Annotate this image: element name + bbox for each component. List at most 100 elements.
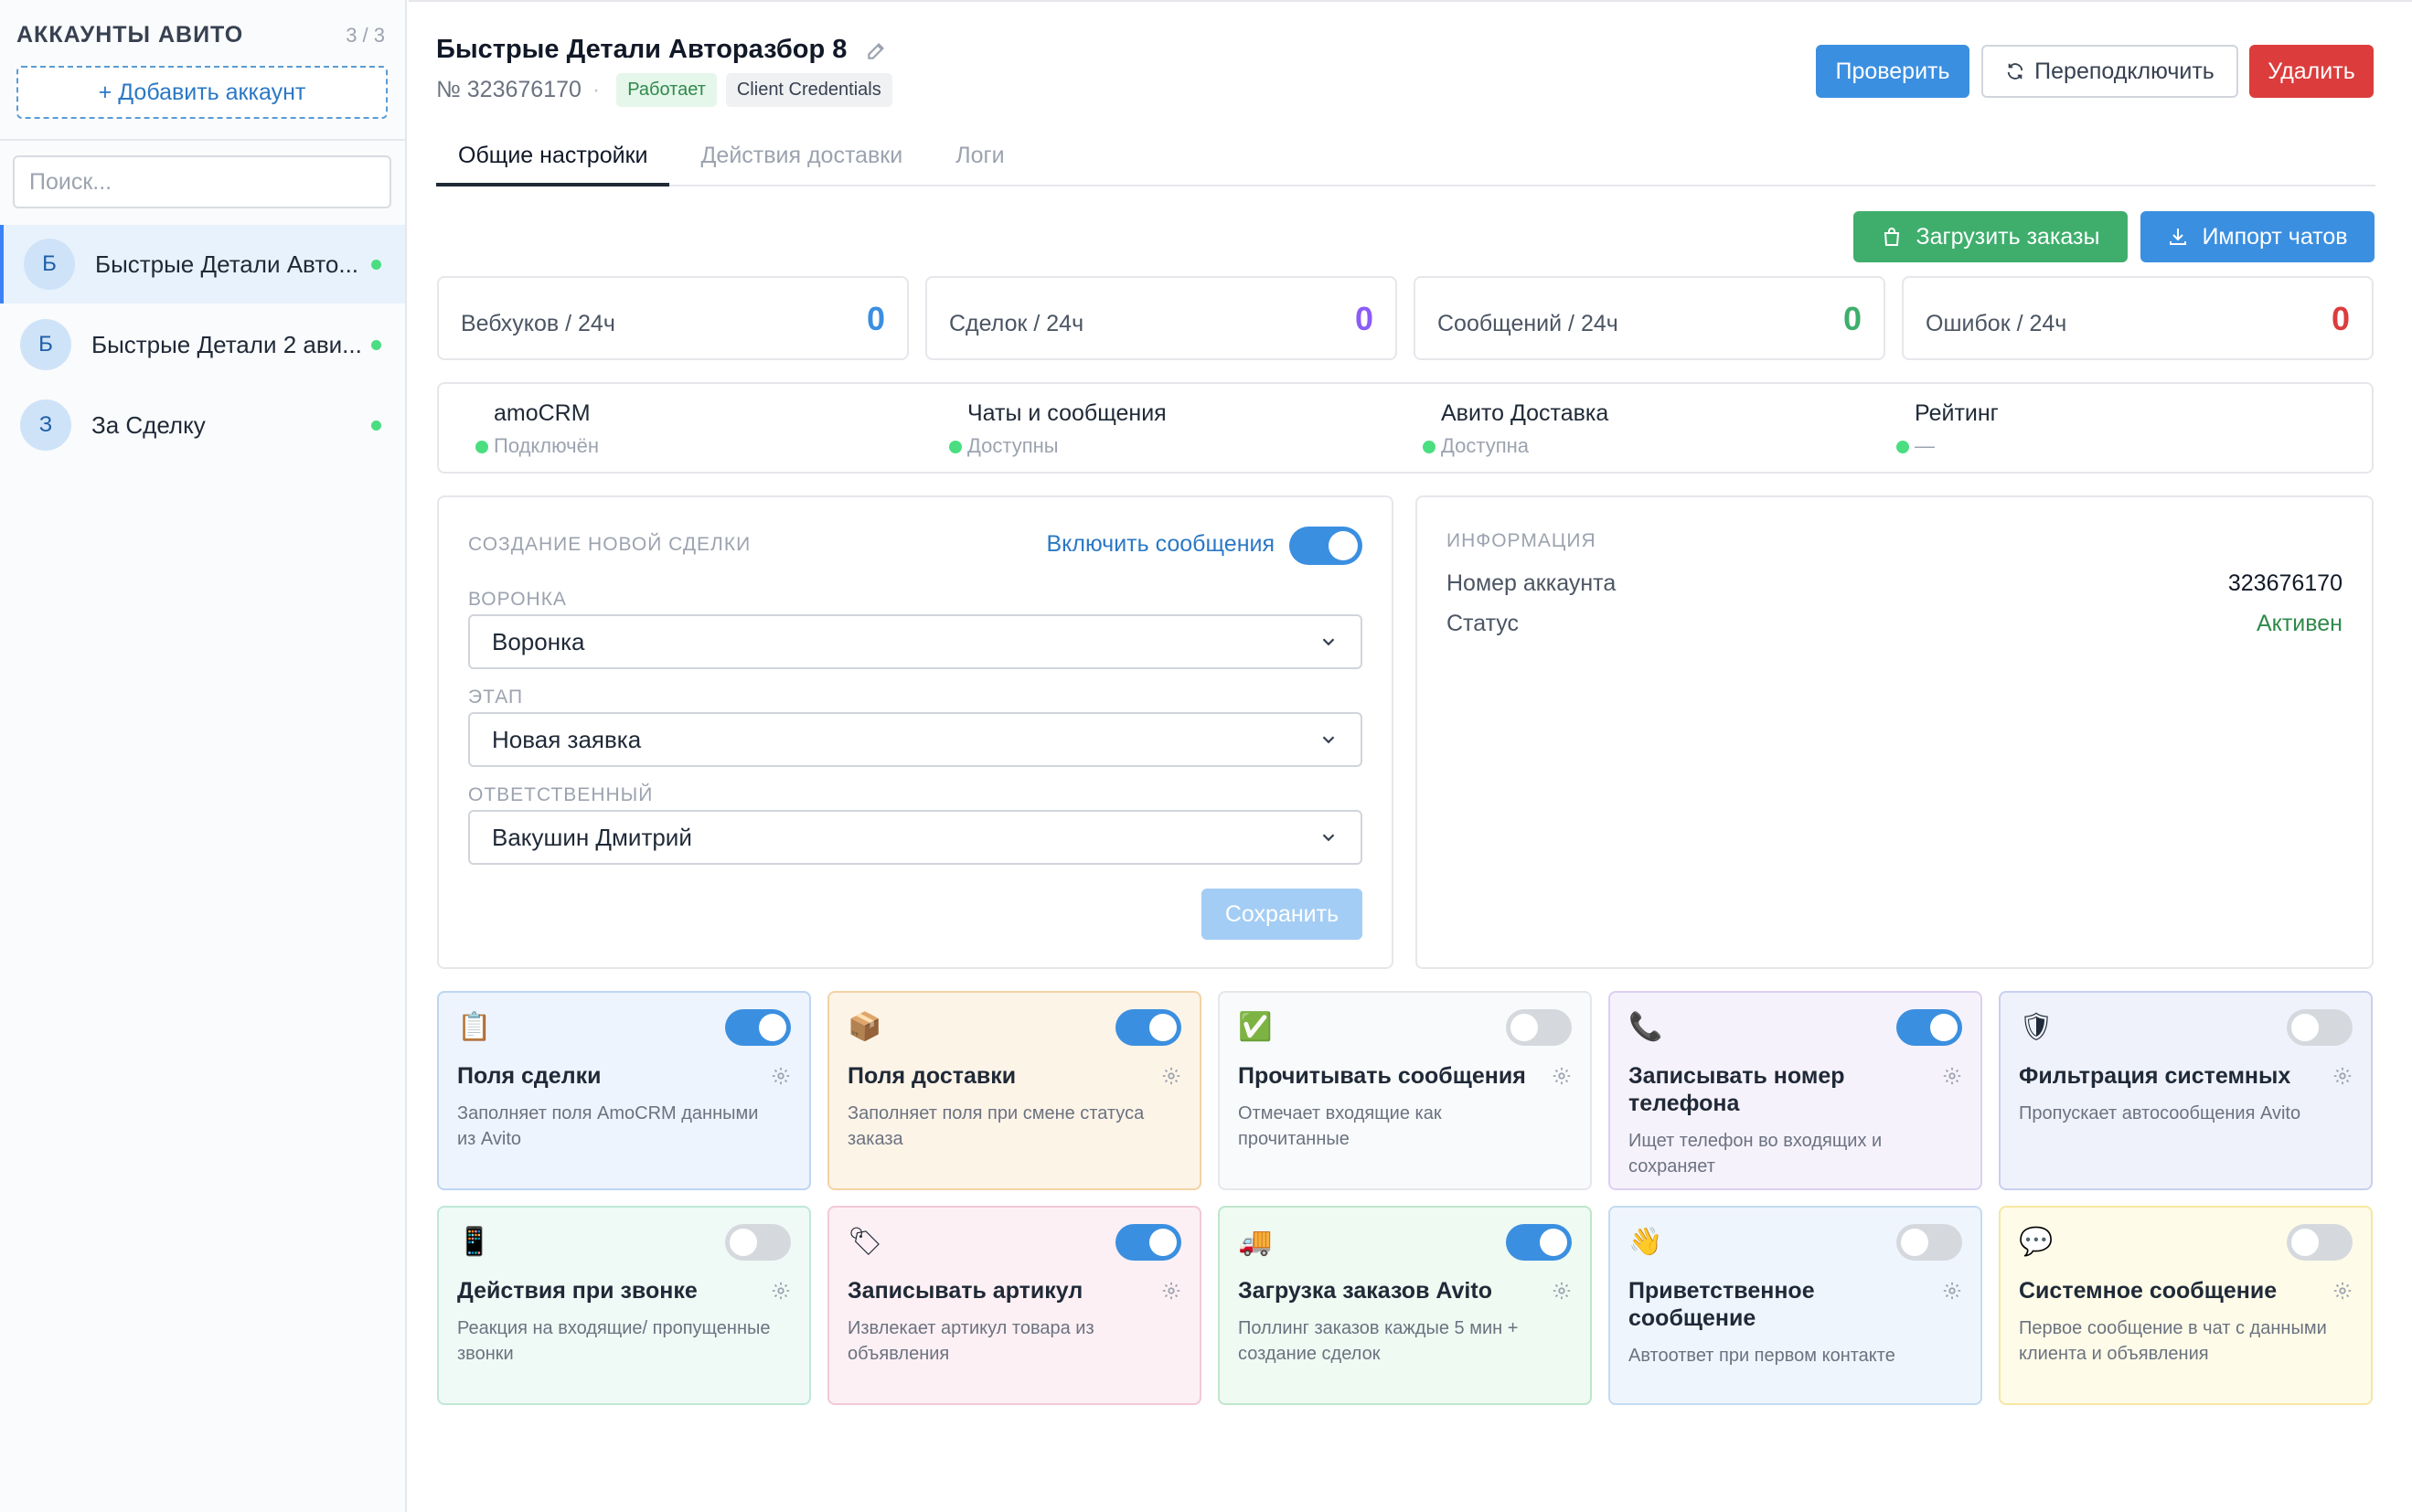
sidebar-header: АККАУНТЫ АВИТО 3 / 3 bbox=[16, 22, 385, 48]
account-count: 3 / 3 bbox=[346, 23, 385, 47]
feature-title: Фильтрация системных bbox=[2019, 1063, 2291, 1089]
gear-icon[interactable] bbox=[1161, 1066, 1181, 1086]
feature-toggle[interactable] bbox=[725, 1009, 791, 1046]
avatar: З bbox=[20, 399, 71, 451]
tabs: Общие настройки Действия доставки Логи bbox=[436, 132, 2375, 186]
enable-messages-toggle[interactable] bbox=[1289, 527, 1362, 565]
feature-title: Поля сделки bbox=[457, 1063, 602, 1089]
integration-amocrm: amoCRM Подключён bbox=[475, 400, 599, 458]
feature-toggle[interactable] bbox=[1506, 1009, 1572, 1046]
toggle-knob bbox=[1540, 1229, 1567, 1256]
separator: · bbox=[592, 77, 601, 102]
stat-card-webhooks: Вебхуков / 24ч 0 bbox=[437, 276, 909, 360]
gear-icon[interactable] bbox=[771, 1281, 791, 1301]
save-button[interactable]: Сохранить bbox=[1201, 889, 1362, 940]
gear-icon[interactable] bbox=[1942, 1281, 1962, 1301]
feature-toggle[interactable] bbox=[2287, 1224, 2353, 1261]
section-title: СОЗДАНИЕ НОВОЙ СДЕЛКИ bbox=[468, 534, 752, 555]
feature-title: Действия при звонке bbox=[457, 1278, 698, 1304]
feature-toggle[interactable] bbox=[2287, 1009, 2353, 1046]
tab-general-settings[interactable]: Общие настройки bbox=[436, 132, 670, 186]
status-dot bbox=[1423, 441, 1435, 453]
status-dot bbox=[949, 441, 962, 453]
info-label: Номер аккаунта bbox=[1446, 570, 1617, 596]
import-chats-label: Импорт чатов bbox=[2202, 223, 2348, 250]
app-root: АККАУНТЫ АВИТО 3 / 3 + Добавить аккаунт … bbox=[0, 0, 2412, 1512]
gear-icon[interactable] bbox=[2332, 1066, 2353, 1086]
feature-toggle[interactable] bbox=[1115, 1009, 1181, 1046]
chevron-down-icon bbox=[1322, 736, 1335, 744]
responsible-label: ОТВЕТСТВЕННЫЙ bbox=[468, 784, 654, 805]
stat-value: 0 bbox=[2331, 300, 2350, 337]
toggle-knob bbox=[1149, 1229, 1177, 1256]
feature-description: Пропускает автосообщения Avito bbox=[2019, 1103, 2301, 1123]
phone-icon: 📞 bbox=[1628, 1011, 1663, 1043]
integration-status: — bbox=[1915, 434, 1935, 457]
download-icon bbox=[2170, 229, 2187, 245]
pipeline-value: Воронка bbox=[492, 627, 585, 655]
pipeline-select[interactable]: Воронка bbox=[468, 614, 1362, 669]
integration-name: Чаты и сообщения bbox=[967, 400, 1167, 426]
tab-delivery-actions[interactable]: Действия доставки bbox=[678, 132, 924, 186]
feature-description: Заполняет поля AmoCRM данными из Avito bbox=[457, 1103, 759, 1149]
info-value: Активен bbox=[2256, 611, 2343, 636]
status-row: Статус Активен bbox=[1446, 611, 2343, 637]
search-input[interactable] bbox=[13, 155, 391, 208]
feature-card: 🏷 Записывать артикул Извлекает артикул тов… bbox=[827, 1206, 1201, 1405]
main-content: Быстрые Детали Авторазбор 8 № 323676170 … bbox=[409, 0, 2412, 1512]
stat-card-deals: Сделок / 24ч 0 bbox=[925, 276, 1397, 360]
feature-card: ✅ Прочитывать сообщения Отмечает входящие … bbox=[1218, 991, 1592, 1190]
integration-delivery: Авито Доставка Доступна bbox=[1423, 400, 1608, 458]
account-title: Быстрые Детали Авторазбор 8 bbox=[436, 35, 848, 64]
feature-title: Записывать артикул bbox=[848, 1278, 1083, 1304]
check-button[interactable]: Проверить bbox=[1816, 45, 1969, 98]
account-item[interactable]: Б Быстрые Детали 2 ави... bbox=[0, 305, 405, 384]
feature-toggle[interactable] bbox=[725, 1224, 791, 1261]
truck-icon: 🚚 bbox=[1238, 1226, 1273, 1258]
responsible-select[interactable]: Вакушин Дмитрий bbox=[468, 810, 1362, 865]
gear-icon[interactable] bbox=[1161, 1281, 1181, 1301]
stage-select[interactable]: Новая заявка bbox=[468, 712, 1362, 767]
feature-toggle[interactable] bbox=[1896, 1224, 1962, 1261]
stat-label: Сообщений / 24ч bbox=[1437, 311, 1618, 336]
tab-logs[interactable]: Логи bbox=[934, 132, 1026, 186]
gear-icon[interactable] bbox=[1552, 1066, 1572, 1086]
stat-label: Вебхуков / 24ч bbox=[461, 311, 615, 336]
sidebar-divider bbox=[0, 139, 405, 141]
feature-card: 📋 Поля сделки Заполняет поля AmoCRM данным… bbox=[437, 991, 811, 1190]
gear-icon[interactable] bbox=[1942, 1066, 1962, 1086]
delete-button[interactable]: Удалить bbox=[2249, 45, 2374, 98]
integration-status: Доступны bbox=[967, 434, 1059, 457]
feature-title: Записывать номер телефона bbox=[1628, 1063, 1845, 1116]
gear-icon[interactable] bbox=[771, 1066, 791, 1086]
account-name: Быстрые Детали 2 ави... bbox=[91, 330, 362, 358]
gear-icon[interactable] bbox=[2332, 1281, 2353, 1301]
chevron-down-icon bbox=[1322, 834, 1335, 842]
reconnect-button[interactable]: Переподключить bbox=[1981, 45, 2238, 98]
import-chats-button[interactable]: Импорт чатов bbox=[2140, 211, 2375, 262]
feature-title: Приветственное сообщение bbox=[1628, 1278, 1815, 1331]
shield-icon: 🛡 bbox=[2019, 1011, 2054, 1043]
sidebar: АККАУНТЫ АВИТО 3 / 3 + Добавить аккаунт … bbox=[0, 0, 407, 1512]
edit-icon[interactable] bbox=[865, 38, 889, 62]
feature-toggle[interactable] bbox=[1506, 1224, 1572, 1261]
refresh-icon bbox=[2007, 63, 2023, 80]
toggle-knob bbox=[2291, 1014, 2319, 1041]
account-meta: № 323676170 · Работает Client Credential… bbox=[436, 73, 892, 107]
toggle-knob bbox=[1510, 1014, 1538, 1041]
integration-status: Подключён bbox=[494, 434, 599, 457]
load-orders-button[interactable]: Загрузить заказы bbox=[1853, 211, 2128, 262]
feature-toggle[interactable] bbox=[1115, 1224, 1181, 1261]
account-number-row: Номер аккаунта 323676170 bbox=[1446, 570, 2343, 597]
add-account-button[interactable]: + Добавить аккаунт bbox=[16, 66, 388, 119]
integration-rating: Рейтинг — bbox=[1896, 400, 1999, 458]
feature-toggle[interactable] bbox=[1896, 1009, 1962, 1046]
check-mark-icon: ✅ bbox=[1238, 1011, 1273, 1043]
gear-icon[interactable] bbox=[1552, 1281, 1572, 1301]
feature-card: 💬 Системное сообщение Первое сообщение в ч… bbox=[1999, 1206, 2373, 1405]
stat-label: Сделок / 24ч bbox=[949, 311, 1084, 336]
integration-status-panel: amoCRM Подключён Чаты и сообщения Доступ… bbox=[437, 382, 2374, 474]
account-item[interactable]: З За Сделку bbox=[0, 386, 405, 464]
feature-card: 🛡 Фильтрация системных Пропускает автосооб… bbox=[1999, 991, 2373, 1190]
account-item[interactable]: Б Быстрые Детали Авто... bbox=[0, 225, 405, 303]
